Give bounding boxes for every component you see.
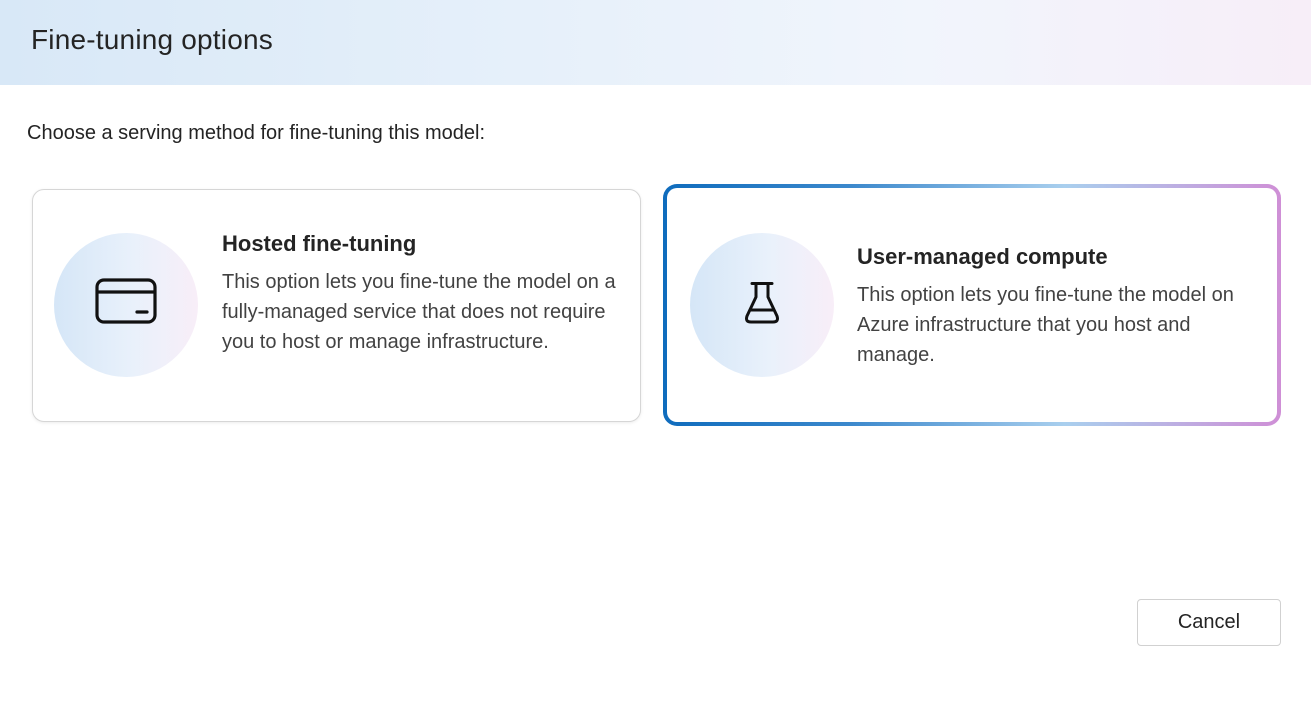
option-card-inner: User-managed compute This option lets yo… bbox=[667, 188, 1277, 422]
beaker-icon bbox=[744, 281, 780, 330]
option-title: User-managed compute bbox=[857, 244, 1108, 269]
option-card-hosted-fine-tuning[interactable]: Hosted fine-tuning This option lets you … bbox=[32, 189, 641, 422]
cancel-button[interactable]: Cancel bbox=[1137, 599, 1281, 646]
option-title: Hosted fine-tuning bbox=[222, 231, 417, 256]
fine-tuning-dialog: Fine-tuning options Choose a serving met… bbox=[0, 0, 1311, 702]
icon-circle bbox=[690, 233, 834, 377]
option-description: This option lets you fine-tune the model… bbox=[857, 284, 1234, 366]
option-card-user-managed-compute[interactable]: User-managed compute This option lets yo… bbox=[663, 184, 1281, 426]
option-description: This option lets you fine-tune the model… bbox=[222, 271, 616, 353]
dialog-subtitle: Choose a serving method for fine-tuning … bbox=[27, 122, 486, 144]
credit-card-icon bbox=[95, 277, 157, 333]
icon-circle bbox=[54, 233, 198, 377]
dialog-header: Fine-tuning options bbox=[0, 0, 1311, 85]
dialog-title: Fine-tuning options bbox=[31, 24, 273, 55]
